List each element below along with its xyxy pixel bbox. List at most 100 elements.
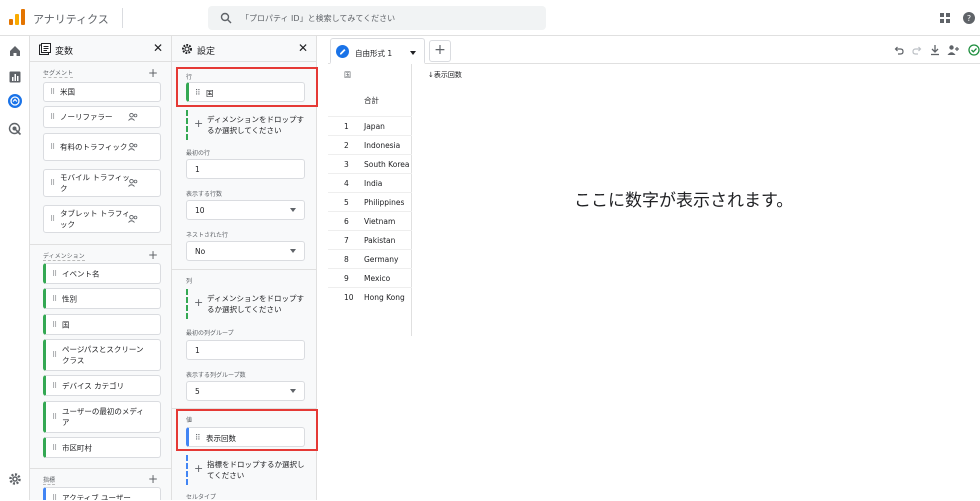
chip-label: 国 (62, 320, 70, 329)
row-number: 9 (344, 274, 349, 283)
tab-menu-arrow-icon[interactable] (410, 51, 416, 55)
drag-handle-icon[interactable]: ⠿ (52, 351, 57, 359)
drag-handle-icon[interactable]: ⠿ (52, 295, 57, 303)
dimension-chip[interactable]: ⠿ 国 (43, 314, 161, 335)
table-row[interactable]: 4 India (328, 173, 412, 192)
reports-icon[interactable] (8, 70, 22, 84)
table-row[interactable]: 9 Mexico (328, 268, 412, 287)
row-drop-zone[interactable]: + ディメンションをドロップするか選択してください (186, 110, 305, 140)
advertising-icon[interactable] (8, 122, 22, 136)
segment-chip[interactable]: ⠿ モバイル トラフィック (43, 169, 161, 197)
tab-bar: 自由形式 1 + (328, 36, 980, 64)
table-row[interactable]: 1 Japan (328, 116, 412, 135)
metric-header[interactable]: ↓表示回数 (428, 70, 462, 80)
drag-handle-icon[interactable]: ⠿ (50, 215, 55, 223)
close-settings-icon[interactable]: ✕ (298, 41, 308, 55)
dimension-chip[interactable]: ⠿ イベント名 (43, 263, 161, 284)
dropdown-arrow-icon (290, 389, 296, 393)
drop-zone-text: ディメンションをドロップするか選択してください (207, 115, 304, 135)
row-number: 7 (344, 236, 349, 245)
segment-chip[interactable]: ⠿ タブレット トラフィック (43, 205, 161, 233)
annotation-text: ここに数字が表示されます。 (574, 191, 794, 211)
first-row-label: 最初の行 (186, 150, 211, 157)
chip-label: ページパスとスクリーン クラス (62, 345, 144, 365)
col-groups-shown-select[interactable]: 5 (186, 381, 305, 401)
dimension-chip[interactable]: ⠿ ページパスとスクリーン クラス (43, 339, 161, 371)
highlight-values (176, 409, 318, 451)
drag-handle-icon[interactable]: ⠿ (52, 270, 57, 278)
row-number: 10 (344, 293, 354, 302)
variables-panel: 変数 ✕ セグメント + ⠿ 米国 ⠿ ノーリファラー ⠿ 有料のトラフィック ⠿ モバ… (30, 36, 172, 500)
analytics-logo-icon[interactable] (9, 9, 25, 25)
metric-chip[interactable]: ⠿ アクティブ ユーザー (43, 487, 161, 500)
dimension-chip[interactable]: ⠿ 性別 (43, 288, 161, 309)
segment-chip[interactable]: ⠿ 米国 (43, 82, 161, 102)
table-row[interactable]: 10 Hong Kong (328, 287, 412, 306)
table-row[interactable]: 3 South Korea (328, 154, 412, 173)
search-bar[interactable]: 「プロパティ ID」と検索してみてください (208, 6, 546, 30)
drag-handle-icon[interactable]: ⠿ (52, 321, 57, 329)
undo-icon[interactable] (893, 44, 905, 56)
dimension-header[interactable]: 国 (344, 70, 351, 80)
user-segment-icon (128, 215, 138, 223)
row-number: 2 (344, 141, 349, 150)
edit-pencil-icon[interactable] (336, 45, 349, 58)
user-segment-icon (128, 113, 138, 121)
drag-handle-icon[interactable]: ⠿ (50, 113, 55, 121)
help-icon[interactable]: ? (963, 12, 975, 24)
dimension-chip[interactable]: ⠿ 市区町村 (43, 437, 161, 458)
select-value: 10 (195, 206, 205, 215)
settings-gear-icon[interactable] (8, 472, 22, 486)
explore-icon[interactable] (8, 94, 22, 108)
row-number: 4 (344, 179, 349, 188)
table-row[interactable]: 7 Pakistan (328, 230, 412, 249)
first-col-group-label: 最初の列グループ (186, 330, 234, 337)
value-drop-zone[interactable]: + 指標をドロップするか選択してください (186, 455, 305, 485)
add-tab-button[interactable]: + (429, 40, 451, 62)
chip-label: イベント名 (62, 269, 100, 278)
share-user-icon[interactable] (947, 44, 959, 56)
row-number: 8 (344, 255, 349, 264)
drag-handle-icon[interactable]: ⠿ (50, 179, 55, 187)
settings-header: 設定 ✕ (172, 36, 316, 62)
segment-chip[interactable]: ⠿ 有料のトラフィック (43, 133, 161, 161)
row-country: Germany (364, 255, 399, 264)
drag-handle-icon[interactable]: ⠿ (50, 88, 55, 96)
dimension-chip[interactable]: ⠿ デバイス カテゴリ (43, 375, 161, 396)
drag-handle-icon[interactable]: ⠿ (52, 444, 57, 452)
add-segment-button[interactable]: + (148, 67, 158, 79)
drag-handle-icon[interactable]: ⠿ (50, 143, 55, 151)
row-country: Pakistan (364, 236, 396, 245)
search-icon (220, 12, 232, 24)
table-row[interactable]: 6 Vietnam (328, 211, 412, 230)
dimension-chip[interactable]: ⠿ ユーザーの最初のメディア (43, 401, 161, 433)
col-groups-shown-label: 表示する列グループ数 (186, 372, 246, 379)
settings-icon (182, 44, 192, 54)
add-metric-button[interactable]: + (148, 473, 158, 485)
first-col-group-input[interactable]: 1 (186, 340, 305, 360)
column-drop-zone[interactable]: + ディメンションをドロップするか選択してください (186, 289, 305, 319)
tab-freeform[interactable]: 自由形式 1 (330, 38, 425, 64)
add-dimension-button[interactable]: + (148, 249, 158, 261)
table-row[interactable]: 5 Philippines (328, 192, 412, 211)
redo-icon[interactable] (911, 44, 923, 56)
download-icon[interactable] (929, 44, 941, 56)
first-row-input[interactable]: 1 (186, 159, 305, 179)
drag-handle-icon[interactable]: ⠿ (52, 494, 57, 501)
apps-grid-icon[interactable] (939, 12, 951, 24)
rows-shown-select[interactable]: 10 (186, 200, 305, 220)
table-row[interactable]: 8 Germany (328, 249, 412, 268)
drag-handle-icon[interactable]: ⠿ (52, 382, 57, 390)
top-bar: アナリティクス 「プロパティ ID」と検索してみてください ? (0, 0, 980, 36)
drag-handle-icon[interactable]: ⠿ (52, 413, 57, 421)
dimensions-label: ディメンション (43, 253, 85, 261)
nested-rows-select[interactable]: No (186, 241, 305, 261)
close-variables-icon[interactable]: ✕ (153, 41, 163, 55)
select-value: No (195, 247, 206, 256)
segment-chip[interactable]: ⠿ ノーリファラー (43, 106, 161, 128)
chip-label: デバイス カテゴリ (62, 381, 125, 390)
rows-shown-label: 表示する行数 (186, 191, 223, 198)
table-row[interactable]: 2 Indonesia (328, 135, 412, 154)
home-icon[interactable] (8, 44, 22, 58)
app-title: アナリティクス (33, 13, 109, 26)
